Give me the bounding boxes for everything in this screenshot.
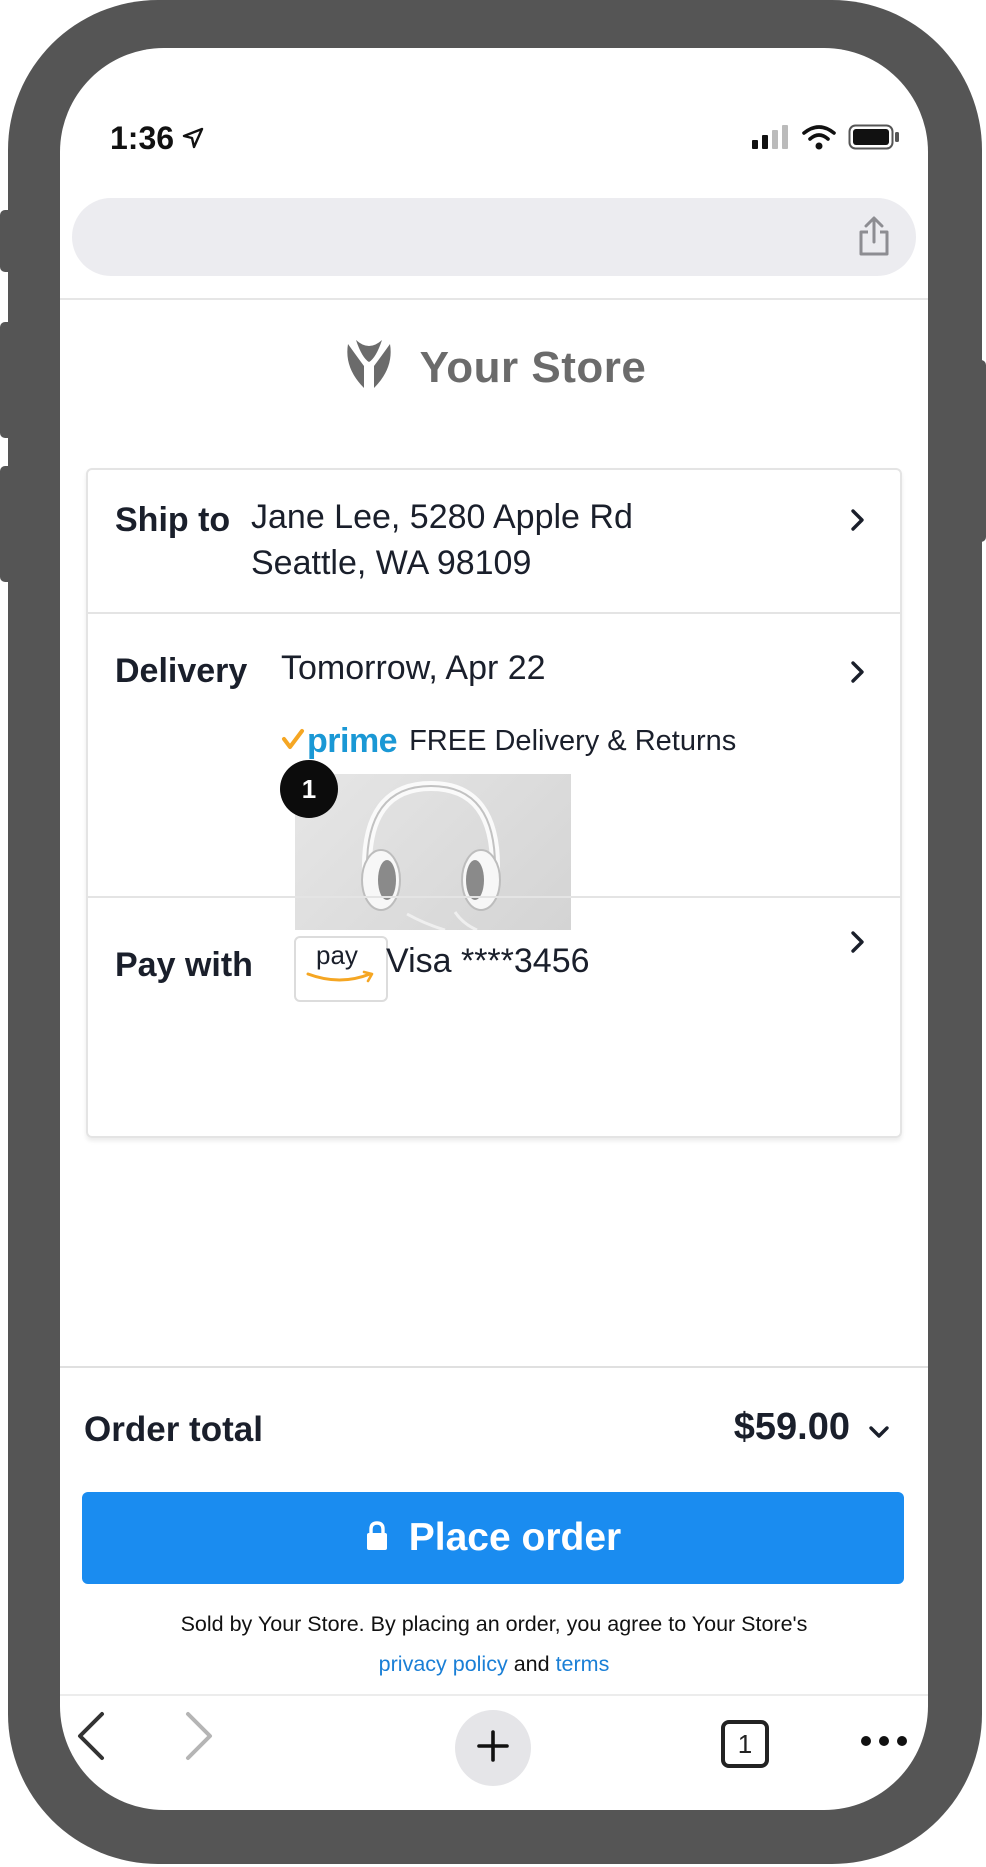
item-quantity-badge: 1 (280, 760, 338, 818)
disclaimer-and: and (513, 1652, 550, 1676)
ship-to-address-line2: Seattle, WA 98109 (251, 544, 532, 582)
pay-logo-text: pay (316, 940, 358, 970)
pay-with-label: Pay with (115, 946, 253, 984)
new-tab-button[interactable] (455, 1710, 531, 1786)
place-order-label: Place order (408, 1516, 622, 1559)
back-icon[interactable] (72, 1708, 112, 1769)
payment-card: Visa ****3456 (386, 942, 590, 980)
store-logo-icon (342, 338, 396, 397)
order-total-value: $59.00 (733, 1406, 850, 1448)
prime-word: prime (307, 722, 398, 760)
prime-delivery-line: prime FREE Delivery & Returns (281, 722, 736, 761)
more-options-icon[interactable] (860, 1734, 908, 1753)
prime-check-icon (281, 727, 305, 756)
order-summary-divider (60, 1366, 928, 1368)
pay-with-row[interactable]: Pay with pay Visa ****3456 (88, 898, 900, 1134)
checkout-card: Ship to Jane Lee, 5280 Apple Rd Seattle,… (86, 468, 902, 1138)
prime-badge: prime (281, 722, 398, 761)
disclaimer-text: Sold by Your Store. By placing an order,… (180, 1612, 808, 1636)
delivery-label: Delivery (115, 652, 248, 690)
order-disclaimer: Sold by Your Store. By placing an order,… (60, 1604, 928, 1684)
location-arrow-icon (182, 120, 204, 157)
place-order-button[interactable]: Place order (82, 1492, 904, 1584)
ship-to-label: Ship to (115, 501, 231, 539)
battery-icon (848, 124, 900, 155)
status-icons (752, 124, 900, 155)
tabs-button[interactable]: 1 (721, 1720, 769, 1768)
store-name: Your Store (419, 342, 647, 392)
pay-with-chevron-icon (850, 930, 866, 959)
share-icon[interactable] (856, 216, 892, 263)
wifi-icon (802, 124, 836, 155)
free-delivery-text: FREE Delivery & Returns (409, 725, 737, 757)
privacy-policy-link[interactable]: privacy policy (379, 1652, 508, 1676)
status-time: 1:36 (110, 120, 204, 157)
amazon-pay-logo: pay (294, 936, 388, 1002)
ship-to-chevron-icon (850, 508, 866, 537)
header-divider (60, 298, 928, 300)
ship-to-row[interactable]: Ship to Jane Lee, 5280 Apple Rd Seattle,… (88, 470, 900, 612)
order-total-toggle[interactable]: $59.00 (734, 1406, 890, 1449)
tab-count: 1 (737, 1728, 753, 1759)
phone-screen: 1:36 Your Store Ship to Jane Lee, 5280 A… (60, 48, 928, 1810)
lock-icon (365, 1520, 389, 1557)
order-total-label: Order total (84, 1410, 263, 1449)
chevron-down-icon (868, 1406, 890, 1449)
plus-icon (476, 1729, 510, 1768)
store-logo: Your Store (60, 338, 928, 397)
delivery-row[interactable]: Delivery Tomorrow, Apr 22 prime FREE Del… (88, 614, 900, 932)
forward-icon[interactable] (178, 1708, 218, 1769)
status-time-text: 1:36 (110, 120, 175, 156)
smile-arrow-icon (304, 970, 378, 991)
delivery-date: Tomorrow, Apr 22 (281, 649, 546, 687)
cellular-signal-icon (752, 125, 790, 154)
toolbar-divider (60, 1694, 928, 1696)
delivery-chevron-icon (850, 660, 866, 689)
address-bar[interactable] (72, 198, 916, 276)
terms-link[interactable]: terms (556, 1652, 610, 1676)
